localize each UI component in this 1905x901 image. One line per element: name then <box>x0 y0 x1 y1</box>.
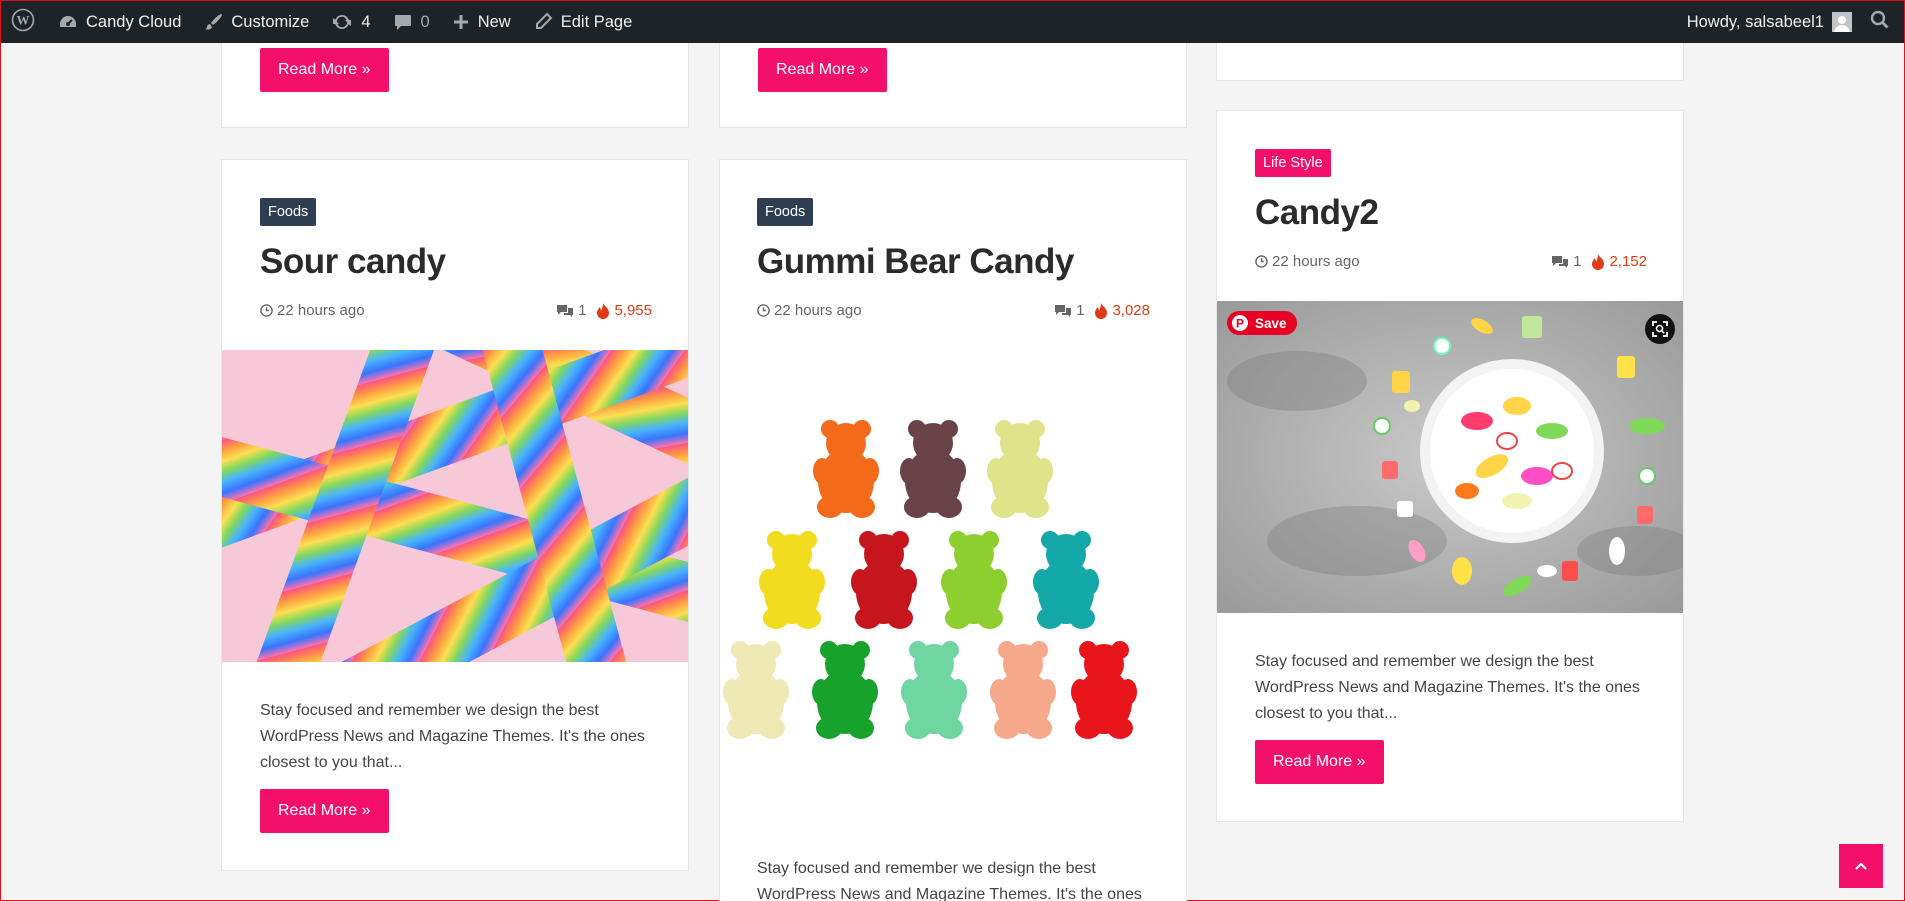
post-title[interactable]: Gummi Bear Candy <box>757 242 1074 282</box>
view-count: 3,028 <box>1094 302 1150 319</box>
post-image-candy2[interactable] <box>1217 301 1683 613</box>
pinterest-save-label: Save <box>1255 315 1287 331</box>
post-image-gummi-bears[interactable] <box>720 350 1186 820</box>
category-badge[interactable]: Life Style <box>1255 149 1331 177</box>
comments-icon <box>557 304 574 317</box>
pinterest-icon: P <box>1232 315 1248 331</box>
post-card-candy2: Life Style Candy2 22 hours ago 1 2,152 P… <box>1216 110 1684 822</box>
read-more-button[interactable]: Read More » <box>758 48 887 92</box>
post-title[interactable]: Sour candy <box>260 242 446 282</box>
post-excerpt: Stay focused and remember we design the … <box>260 702 645 771</box>
comment-count[interactable]: 1 <box>556 302 586 319</box>
post-date-label: 22 hours ago <box>277 302 365 319</box>
post-date: 22 hours ago <box>757 302 862 319</box>
read-more-button[interactable]: Read More » <box>260 789 389 833</box>
clock-icon <box>1255 255 1268 268</box>
pinterest-save-button[interactable]: P Save <box>1227 311 1297 335</box>
view-count-label: 3,028 <box>1112 302 1150 319</box>
view-count-label: 2,152 <box>1609 253 1647 270</box>
new-label: New <box>477 12 511 31</box>
comment-count[interactable]: 1 <box>1054 302 1084 319</box>
post-date-label: 22 hours ago <box>774 302 862 319</box>
svg-text:W: W <box>17 12 30 27</box>
comments-link[interactable]: 0 <box>382 1 441 43</box>
new-content-menu[interactable]: New <box>441 1 522 43</box>
updates-link[interactable]: 4 <box>320 1 381 43</box>
dashboard-icon <box>58 13 78 31</box>
search-icon <box>1870 10 1890 35</box>
updates-count: 4 <box>361 12 371 31</box>
category-badge[interactable]: Foods <box>757 198 814 226</box>
comments-icon <box>1055 304 1072 317</box>
comment-count-label: 1 <box>1573 253 1582 270</box>
post-stats: 1 2,152 <box>1551 253 1647 270</box>
search-toggle[interactable] <box>1860 1 1904 43</box>
comment-count-label: 1 <box>578 302 587 319</box>
howdy-label: Howdy, salsabeel1 <box>1686 12 1824 31</box>
comment-count[interactable]: 1 <box>1551 253 1581 270</box>
customize-link[interactable]: Customize <box>192 1 320 43</box>
visual-search-button[interactable] <box>1645 314 1675 344</box>
scroll-to-top-button[interactable] <box>1839 844 1883 888</box>
site-name-label: Candy Cloud <box>86 12 182 31</box>
wordpress-logo-menu[interactable]: W <box>1 1 47 43</box>
fire-icon <box>1095 302 1108 319</box>
paintbrush-icon <box>203 12 223 32</box>
visual-search-icon <box>1652 321 1668 337</box>
admin-bar: W Candy Cloud Customize 4 0 New Edit Pag… <box>1 1 1904 43</box>
updates-icon <box>331 12 353 32</box>
post-card-sour-candy: Foods Sour candy 22 hours ago 1 5,955 St… <box>221 159 689 871</box>
comments-count: 0 <box>420 12 430 31</box>
read-more-button[interactable]: Read More » <box>260 48 389 92</box>
category-badge[interactable]: Foods <box>260 198 317 226</box>
chevron-up-icon <box>1855 862 1867 870</box>
comment-count-label: 1 <box>1076 302 1085 319</box>
comment-icon <box>393 12 413 32</box>
pencil-icon <box>533 12 553 32</box>
plus-icon <box>452 13 470 31</box>
fire-icon <box>1592 253 1605 270</box>
post-date: 22 hours ago <box>1255 253 1360 270</box>
post-excerpt: Stay focused and remember we design the … <box>757 860 1142 901</box>
view-count: 5,955 <box>596 302 652 319</box>
post-title[interactable]: Candy2 <box>1255 193 1379 233</box>
read-more-button[interactable]: Read More » <box>1255 740 1384 784</box>
post-image-sour-candy[interactable] <box>222 350 688 662</box>
view-count: 2,152 <box>1591 253 1647 270</box>
site-name-menu[interactable]: Candy Cloud <box>47 1 192 43</box>
comments-icon <box>1552 255 1569 268</box>
svg-text:P: P <box>1236 317 1244 331</box>
customize-label: Customize <box>231 12 310 31</box>
post-card-gummi-bear: Foods Gummi Bear Candy 22 hours ago 1 3,… <box>719 159 1187 901</box>
clock-icon <box>260 304 273 317</box>
edit-page-label: Edit Page <box>560 12 633 31</box>
edit-page-link[interactable]: Edit Page <box>522 1 644 43</box>
post-stats: 1 3,028 <box>1054 302 1150 319</box>
post-date-label: 22 hours ago <box>1272 253 1360 270</box>
wordpress-icon: W <box>11 8 35 37</box>
post-stats: 1 5,955 <box>556 302 652 319</box>
my-account-menu[interactable]: Howdy, salsabeel1 <box>1676 1 1860 43</box>
avatar <box>1832 12 1852 32</box>
post-excerpt: Stay focused and remember we design the … <box>1255 653 1640 722</box>
clock-icon <box>757 304 770 317</box>
fire-icon <box>597 302 610 319</box>
view-count-label: 5,955 <box>614 302 652 319</box>
post-date: 22 hours ago <box>260 302 365 319</box>
